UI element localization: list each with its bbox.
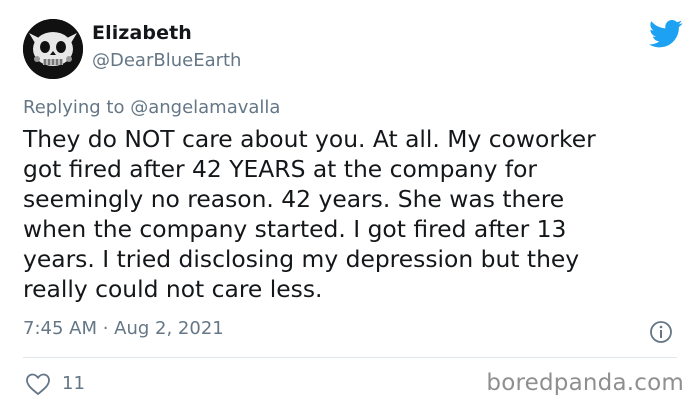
twitter-bird-icon[interactable] <box>649 19 683 49</box>
watermark: boredpanda.com <box>486 370 684 396</box>
info-icon[interactable] <box>649 320 673 344</box>
divider <box>23 357 677 358</box>
avatar[interactable] <box>23 19 83 79</box>
skull-avatar-icon <box>23 19 83 79</box>
reply-context: Replying to @angelamavalla <box>23 97 280 118</box>
like-count: 11 <box>62 373 85 394</box>
user-handle[interactable]: @DearBlueEarth <box>92 50 241 71</box>
tweet-timestamp[interactable]: 7:45 AM · Aug 2, 2021 <box>23 318 224 339</box>
heart-icon[interactable] <box>25 372 51 396</box>
tweet-text: They do NOT care about you. At all. My c… <box>23 125 596 303</box>
display-name[interactable]: Elizabeth <box>92 22 192 44</box>
reply-prefix: Replying to <box>23 97 131 118</box>
tweet-header: Elizabeth @DearBlueEarth <box>23 19 683 79</box>
reply-handle-link[interactable]: @angelamavalla <box>130 97 280 118</box>
